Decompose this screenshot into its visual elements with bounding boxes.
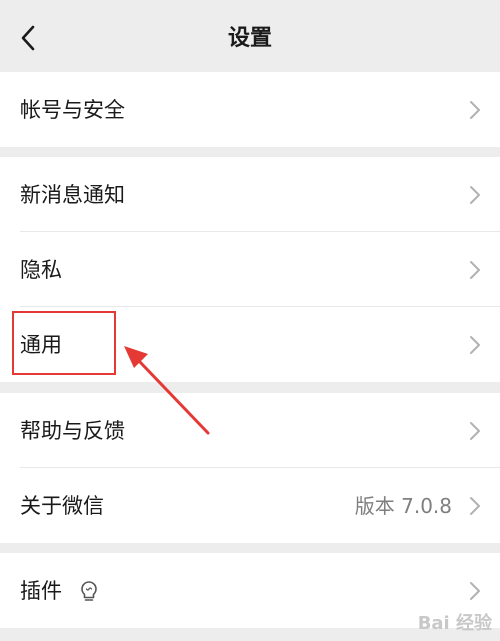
settings-item-label: 帐号与安全 <box>20 97 125 122</box>
chevron-right-icon <box>470 581 480 600</box>
settings-page: 设置 帐号与安全 新消息通知 隐私 通用 帮助与反馈 关于微信 版本 7.0.8… <box>0 0 500 641</box>
watermark: Bai 经验 <box>417 613 492 634</box>
lightbulb-icon <box>81 580 97 601</box>
navigation-bar: 设置 <box>0 0 500 72</box>
chevron-right-icon <box>470 496 480 515</box>
settings-item-account-security[interactable]: 帐号与安全 <box>0 72 500 147</box>
settings-item-label: 关于微信 <box>20 493 104 518</box>
highlight-box <box>12 311 116 375</box>
settings-group-account: 帐号与安全 <box>0 72 500 147</box>
page-title: 设置 <box>227 26 272 51</box>
settings-item-label: 隐私 <box>20 257 62 282</box>
settings-item-label: 帮助与反馈 <box>20 418 125 443</box>
settings-item-about[interactable]: 关于微信 版本 7.0.8 <box>0 468 500 543</box>
settings-item-privacy[interactable]: 隐私 <box>0 232 500 307</box>
chevron-right-icon <box>470 100 480 119</box>
chevron-right-icon <box>470 185 480 204</box>
settings-item-label: 新消息通知 <box>20 182 125 207</box>
settings-item-help-feedback[interactable]: 帮助与反馈 <box>0 393 500 468</box>
chevron-right-icon <box>470 421 480 440</box>
version-value: 版本 7.0.8 <box>354 493 452 518</box>
settings-item-notifications[interactable]: 新消息通知 <box>0 157 500 232</box>
chevron-right-icon <box>470 335 480 354</box>
settings-item-label: 插件 <box>20 578 62 603</box>
chevron-right-icon <box>470 260 480 279</box>
settings-group-help: 帮助与反馈 关于微信 版本 7.0.8 <box>0 393 500 543</box>
